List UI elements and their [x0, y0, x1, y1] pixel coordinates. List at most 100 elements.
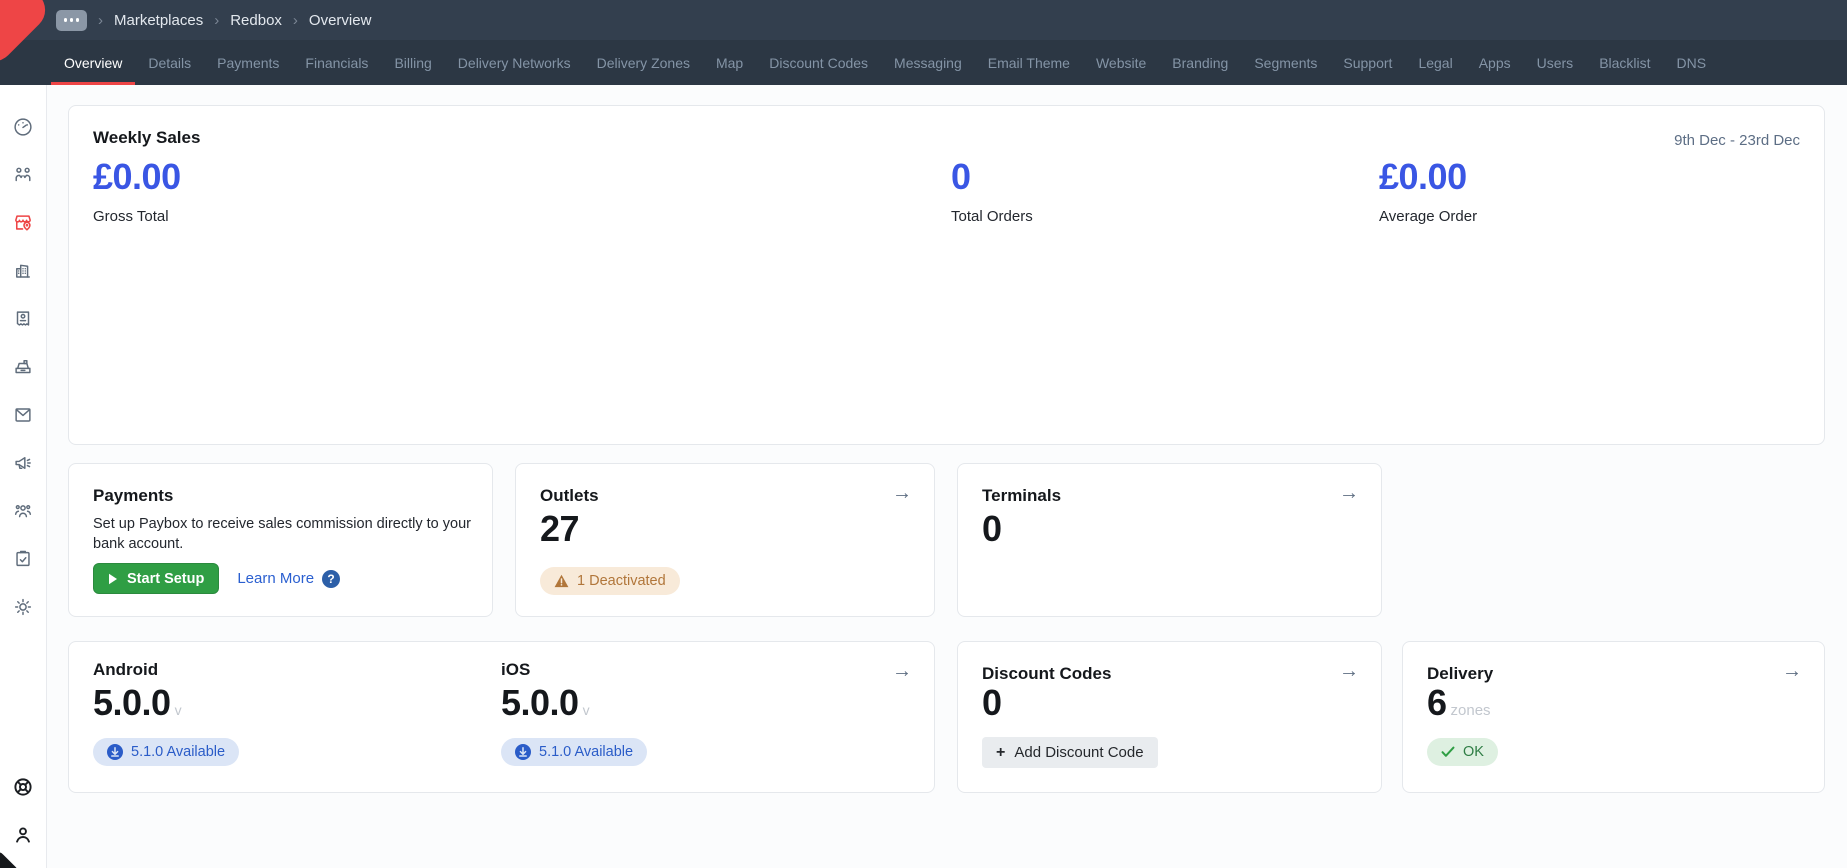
tasks-clipboard-icon[interactable]: [12, 548, 34, 570]
arrow-right-icon[interactable]: →: [892, 660, 912, 682]
breadcrumb-item-redbox[interactable]: Redbox: [230, 12, 282, 29]
add-discount-code-button[interactable]: + Add Discount Code: [982, 737, 1158, 768]
download-icon: [107, 744, 123, 760]
app-window: › Marketplaces › Redbox › Overview Overv…: [0, 0, 1847, 868]
messages-mail-icon[interactable]: [12, 404, 34, 426]
average-order-value: £0.00: [1379, 156, 1477, 198]
breadcrumb-item-overview[interactable]: Overview: [309, 12, 372, 29]
deactivated-badge-label: 1 Deactivated: [577, 573, 666, 589]
add-discount-code-label: Add Discount Code: [1014, 744, 1143, 761]
gross-total-label: Gross Total: [93, 208, 181, 225]
tab-overview[interactable]: Overview: [51, 40, 135, 85]
delivery-ok-label: OK: [1463, 744, 1484, 760]
tab-apps[interactable]: Apps: [1466, 40, 1524, 85]
gross-total-value: £0.00: [93, 156, 181, 198]
play-icon: [108, 573, 118, 585]
plus-icon: +: [996, 745, 1005, 761]
account-person-icon[interactable]: [12, 824, 34, 846]
ios-section: iOS 5.0.0v 5.1.0 Available: [477, 642, 877, 792]
delivery-card[interactable]: Delivery → 6zones OK: [1402, 641, 1825, 793]
customers-group-icon[interactable]: [12, 500, 34, 522]
android-title: Android: [93, 660, 158, 680]
marketing-megaphone-icon[interactable]: [12, 452, 34, 474]
tab-website[interactable]: Website: [1083, 40, 1159, 85]
tab-payments[interactable]: Payments: [204, 40, 292, 85]
tab-discount-codes[interactable]: Discount Codes: [756, 40, 881, 85]
outlets-count: 27: [540, 508, 579, 550]
dashboard-icon[interactable]: [12, 116, 34, 138]
apps-card[interactable]: → Android 5.0.0v 5.1.0 Available iOS 5.0…: [68, 641, 935, 793]
arrow-right-icon[interactable]: →: [1339, 482, 1359, 504]
arrow-right-icon[interactable]: →: [1782, 660, 1802, 682]
tab-users[interactable]: Users: [1524, 40, 1587, 85]
average-order-label: Average Order: [1379, 208, 1477, 225]
ellipsis-dot: [64, 18, 68, 22]
help-lifebuoy-icon[interactable]: [12, 776, 34, 798]
tab-messaging[interactable]: Messaging: [881, 40, 975, 85]
ellipsis-dot: [76, 18, 80, 22]
ios-version-suffix: v: [583, 702, 590, 718]
tab-billing[interactable]: Billing: [381, 40, 444, 85]
tab-financials[interactable]: Financials: [292, 40, 381, 85]
start-setup-label: Start Setup: [127, 571, 204, 587]
android-version-number: 5.0.0: [93, 682, 171, 723]
ellipsis-dot: [70, 18, 74, 22]
terminal-register-icon[interactable]: [12, 356, 34, 378]
sidebar-footer: [12, 776, 34, 868]
deactivated-badge[interactable]: 1 Deactivated: [540, 567, 680, 595]
total-orders-value: 0: [951, 156, 1033, 198]
start-setup-button[interactable]: Start Setup: [93, 563, 219, 594]
outlets-card[interactable]: Outlets → 27 1 Deactivated: [515, 463, 935, 617]
discount-codes-count: 0: [982, 682, 1002, 724]
gross-total-stat: £0.00 Gross Total: [93, 156, 181, 225]
android-update-badge[interactable]: 5.1.0 Available: [93, 738, 239, 766]
total-orders-stat: 0 Total Orders: [951, 156, 1033, 225]
chevron-right-icon: ›: [293, 12, 298, 29]
ios-update-badge[interactable]: 5.1.0 Available: [501, 738, 647, 766]
android-version-suffix: v: [175, 702, 182, 718]
ios-title: iOS: [501, 660, 530, 680]
chevron-right-icon: ›: [214, 12, 219, 29]
payments-card-title: Payments: [93, 486, 173, 506]
discount-codes-card[interactable]: Discount Codes → 0 + Add Discount Code: [957, 641, 1382, 793]
tab-segments[interactable]: Segments: [1241, 40, 1330, 85]
tab-delivery-networks[interactable]: Delivery Networks: [445, 40, 584, 85]
tab-details[interactable]: Details: [135, 40, 204, 85]
tab-bar: Overview Details Payments Financials Bil…: [0, 40, 1847, 85]
weekly-sales-title: Weekly Sales: [93, 128, 200, 148]
orders-receipt-icon[interactable]: [12, 308, 34, 330]
company-buildings-icon[interactable]: [12, 260, 34, 282]
tab-support[interactable]: Support: [1330, 40, 1405, 85]
partners-icon[interactable]: [12, 164, 34, 186]
discount-codes-title: Discount Codes: [982, 664, 1111, 684]
tab-delivery-zones[interactable]: Delivery Zones: [584, 40, 703, 85]
delivery-zones-count: 6zones: [1427, 682, 1491, 724]
tab-email-theme[interactable]: Email Theme: [975, 40, 1083, 85]
check-icon: [1441, 746, 1455, 758]
tab-legal[interactable]: Legal: [1405, 40, 1465, 85]
android-version: 5.0.0v: [93, 682, 182, 724]
tab-dns[interactable]: DNS: [1664, 40, 1720, 85]
delivery-title: Delivery: [1427, 664, 1493, 684]
terminals-card[interactable]: Terminals → 0: [957, 463, 1382, 617]
android-section: Android 5.0.0v 5.1.0 Available: [69, 642, 469, 792]
breadcrumb-item-marketplaces[interactable]: Marketplaces: [114, 12, 203, 29]
payments-card: Payments Set up Paybox to receive sales …: [68, 463, 493, 617]
tab-blacklist[interactable]: Blacklist: [1586, 40, 1663, 85]
tab-map[interactable]: Map: [703, 40, 756, 85]
chevron-right-icon: ›: [98, 12, 103, 29]
settings-gear-icon[interactable]: [12, 596, 34, 618]
ios-version: 5.0.0v: [501, 682, 590, 724]
help-question-icon[interactable]: ?: [322, 570, 340, 588]
weekly-sales-card: Weekly Sales 9th Dec - 23rd Dec £0.00 Gr…: [68, 105, 1825, 445]
android-update-label: 5.1.0 Available: [131, 744, 225, 760]
breadcrumb-menu-button[interactable]: [56, 10, 87, 31]
tab-branding[interactable]: Branding: [1159, 40, 1241, 85]
arrow-right-icon[interactable]: →: [892, 482, 912, 504]
arrow-right-icon[interactable]: →: [1339, 660, 1359, 682]
learn-more-link[interactable]: Learn More: [237, 570, 314, 587]
terminals-count: 0: [982, 508, 1002, 550]
marketplaces-icon[interactable]: [12, 212, 34, 234]
delivery-count-number: 6: [1427, 682, 1447, 723]
outlets-card-title: Outlets: [540, 486, 599, 506]
